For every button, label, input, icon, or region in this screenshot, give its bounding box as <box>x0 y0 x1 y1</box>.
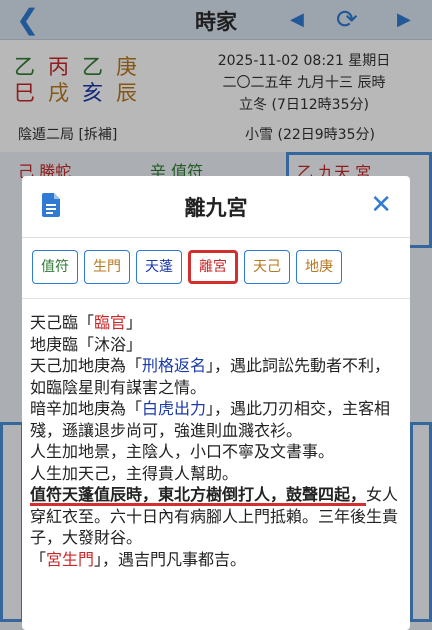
desc-line: 「宮生門」，遇吉門凡事都吉。 <box>30 549 247 569</box>
tab-2[interactable]: 天蓬 <box>136 250 182 284</box>
keyword-xingge: 刑格返名 <box>142 356 207 375</box>
keyword-baihu: 白虎出力 <box>142 399 207 418</box>
tab-5[interactable]: 地庚 <box>296 250 342 284</box>
modal-header: 離九宮 ✕ <box>22 176 410 238</box>
tab-4[interactable]: 天己 <box>244 250 290 284</box>
modal-title: 離九宮 <box>184 196 248 220</box>
desc-line: 暗辛加地庚為「白虎出力」，遇此刀刃相交，主客相殘，遜讓退步尚可，強進則血濺衣衫。 <box>30 399 391 440</box>
keyword-gongshengmen: 宮生門 <box>46 549 95 569</box>
desc-line: 人生加天己，主得貴人幫助。 <box>30 463 239 483</box>
palace-detail-modal: 離九宮 ✕ 值符 生門 天蓬 離宮 天己 地庚 天己臨「臨官」 地庚臨「沐浴」 天己加地庚… <box>22 176 410 630</box>
divider <box>22 298 410 299</box>
desc-line: 天己加地庚為「刑格返名」，遇此詞訟先動者不利，如臨陰星則有謀害之情。 <box>30 356 391 397</box>
keyword-linguan: 臨官 <box>94 313 127 332</box>
desc-line: 天己臨「臨官」 <box>30 313 143 332</box>
close-icon[interactable]: ✕ <box>370 188 392 222</box>
tab-1[interactable]: 生門 <box>84 250 130 284</box>
palace-description: 天己臨「臨官」 地庚臨「沐浴」 天己加地庚為「刑格返名」，遇此詞訟先動者不利，如… <box>30 312 406 570</box>
desc-line: 地庚臨「沐浴」 <box>30 334 143 354</box>
key-prediction: 值符天蓬值辰時，東北方樹倒打人，鼓聲四起， <box>30 485 367 504</box>
tab-3[interactable]: 離宮 <box>188 250 238 284</box>
desc-line: 值符天蓬值辰時，東北方樹倒打人，鼓聲四起，女人穿紅衣至。六十日內有病腳人上門抵賴… <box>30 485 399 547</box>
tab-0[interactable]: 值符 <box>32 250 78 284</box>
palace-tabs: 值符 生門 天蓬 離宮 天己 地庚 <box>32 250 342 284</box>
desc-line: 人生加地景，主陰人，小口不寧及文書事。 <box>30 442 335 461</box>
